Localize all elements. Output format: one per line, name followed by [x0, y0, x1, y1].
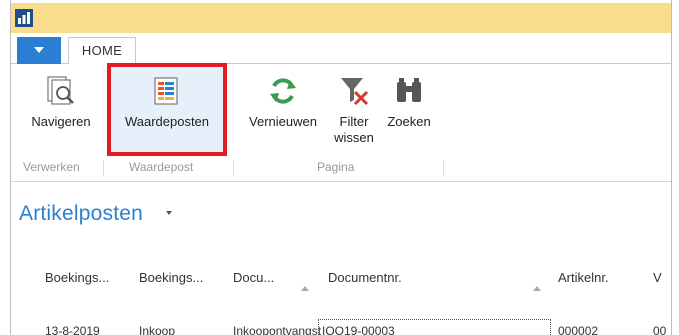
- binoculars-icon: [397, 78, 421, 102]
- grid-header: Boekings... Boekings... Docu... Document…: [11, 270, 671, 300]
- clear-filter-icon: [341, 78, 369, 106]
- ribbon-tab-row: HOME: [11, 33, 671, 65]
- filter-wissen-label-line2: wissen: [334, 130, 374, 145]
- filter-wissen-label-line1: Filter: [339, 114, 369, 129]
- cell-variant: 00: [653, 324, 667, 335]
- sort-asc-icon: [301, 286, 309, 291]
- zoeken-label: Zoeken: [387, 114, 431, 129]
- group-separator: [103, 160, 104, 176]
- navigeren-label: Navigeren: [31, 114, 91, 129]
- value-entries-icon: [154, 77, 178, 105]
- cell-item-no: 000002: [558, 324, 599, 335]
- refresh-icon: [270, 78, 296, 104]
- navigate-icon: [47, 76, 74, 105]
- tab-home[interactable]: HOME: [68, 37, 136, 65]
- table-row[interactable]: 13-8-2019 Inkoop Inkoopontvangst IOO19-0…: [11, 318, 671, 335]
- ribbon: Navigeren Waardeposten Vernieuwen Filter…: [11, 63, 671, 182]
- cell-posting-type: Inkoop: [139, 324, 176, 335]
- group-label-verwerken: Verwerken: [23, 160, 80, 174]
- column-header-document-type[interactable]: Docu...: [233, 270, 274, 285]
- navigeren-button[interactable]: Navigeren: [23, 74, 99, 130]
- waardeposten-label: Waardeposten: [124, 114, 210, 129]
- column-header-variant[interactable]: V: [653, 270, 662, 285]
- cell-posting-date: 13-8-2019: [45, 324, 100, 335]
- column-header-document-no[interactable]: Documentnr.: [328, 270, 402, 285]
- application-window: HOME Navigeren Waardeposten Vernieuwen F…: [10, 0, 672, 335]
- filter-wissen-button[interactable]: Filter wissen: [329, 74, 379, 146]
- group-label-pagina: Pagina: [317, 160, 355, 174]
- page-title[interactable]: Artikelposten: [19, 202, 143, 226]
- zoeken-button[interactable]: Zoeken: [383, 74, 435, 130]
- column-header-item-no[interactable]: Artikelnr.: [558, 270, 609, 285]
- cell-document-no: IOO19-00003: [322, 324, 395, 335]
- column-header-posting-type[interactable]: Boekings...: [139, 270, 203, 285]
- group-label-waardepost: Waardepost: [129, 160, 194, 174]
- app-logo-icon: [15, 9, 33, 27]
- group-separator: [233, 160, 234, 176]
- sort-asc-icon: [533, 286, 541, 291]
- chevron-down-icon[interactable]: [166, 211, 172, 215]
- waardeposten-button[interactable]: Waardeposten: [114, 74, 220, 130]
- vernieuwen-button[interactable]: Vernieuwen: [241, 74, 325, 130]
- group-separator: [443, 160, 444, 176]
- application-menu-button[interactable]: [17, 37, 61, 64]
- cell-document-type: Inkoopontvangst: [233, 324, 322, 335]
- dropdown-arrow-icon: [34, 47, 44, 53]
- vernieuwen-label: Vernieuwen: [249, 114, 317, 129]
- column-header-posting-date[interactable]: Boekings...: [45, 270, 109, 285]
- title-bar: [11, 3, 671, 33]
